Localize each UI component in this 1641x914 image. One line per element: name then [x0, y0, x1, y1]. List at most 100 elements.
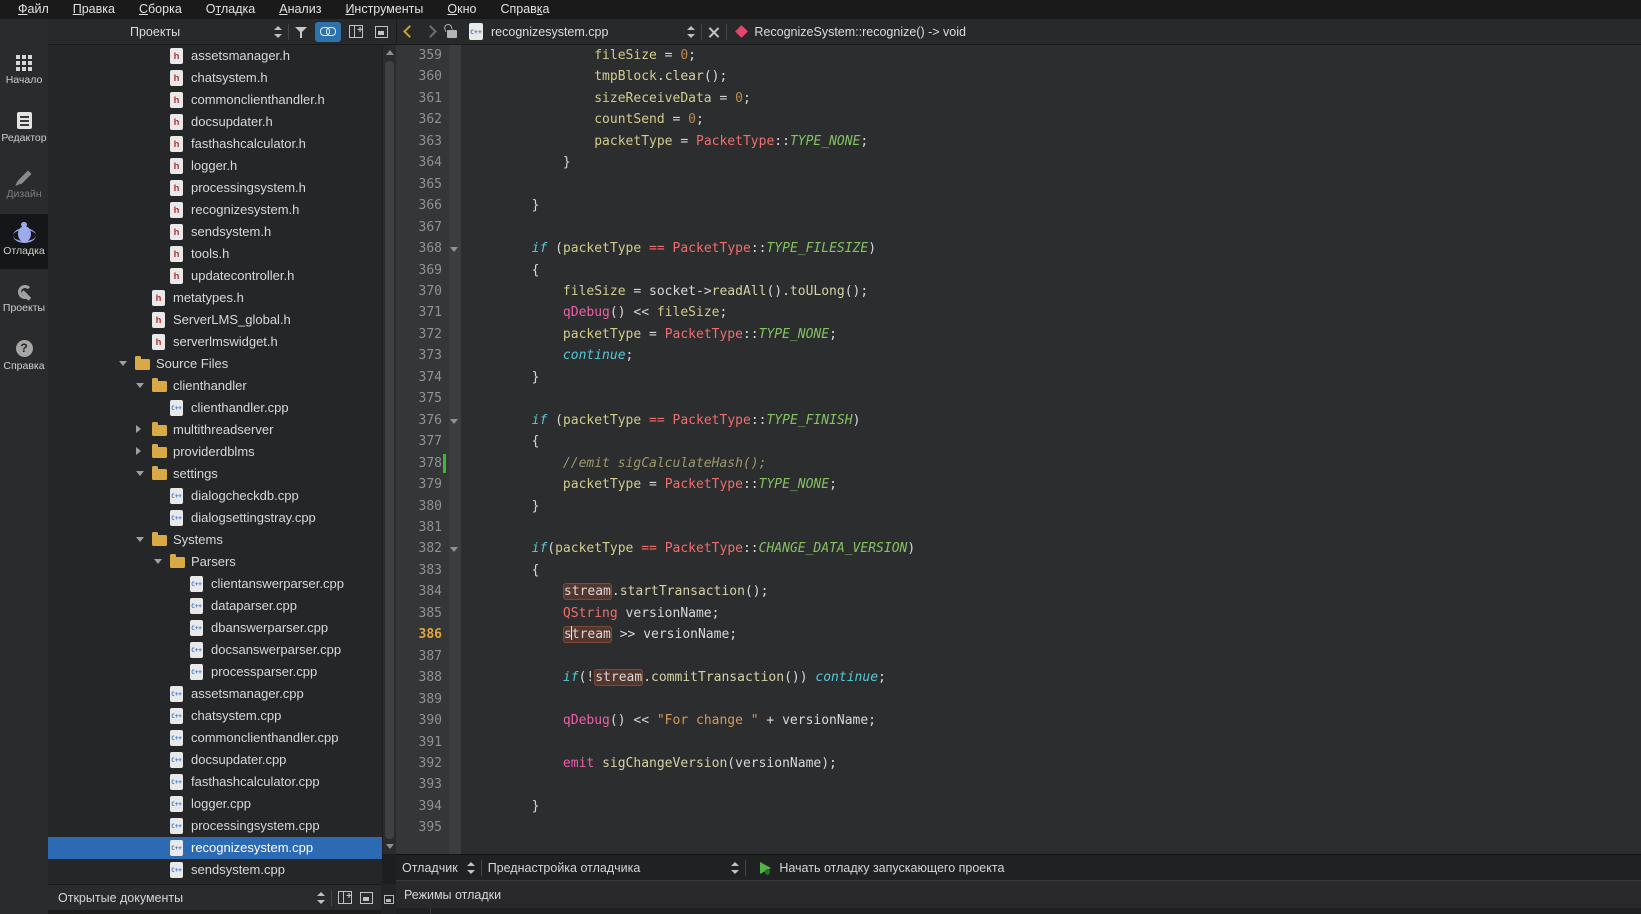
code-line-386[interactable]: 386 stream >> versionName; [396, 624, 1641, 645]
tree-item-systems[interactable]: Systems [48, 529, 382, 551]
file-selector-arrows-icon[interactable] [686, 26, 695, 38]
code-text[interactable]: if (packetType == PacketType::TYPE_FINIS… [461, 410, 1641, 431]
mode-welcome[interactable]: Начало [0, 43, 48, 98]
tree-item-processingsystem-cpp[interactable]: processingsystem.cpp [48, 815, 382, 837]
tree-item-assetsmanager-h[interactable]: assetsmanager.h [48, 45, 382, 67]
code-line-367[interactable]: 367 [396, 217, 1641, 238]
code-text[interactable] [461, 388, 1641, 409]
code-text[interactable]: { [461, 431, 1641, 452]
code-line-370[interactable]: 370 fileSize = socket->readAll().toULong… [396, 281, 1641, 302]
menu-сборка[interactable]: Сборка [127, 1, 194, 18]
chevron-right-icon[interactable] [136, 425, 141, 433]
code-line-378[interactable]: 378 //emit sigCalculateHash(); [396, 453, 1641, 474]
code-line-389[interactable]: 389 [396, 689, 1641, 710]
scrollbar-thumb[interactable] [385, 61, 394, 839]
scroll-up-icon[interactable] [386, 50, 394, 55]
split-docs-pane-icon[interactable] [338, 891, 352, 904]
code-line-376[interactable]: 376 if (packetType == PacketType::TYPE_F… [396, 410, 1641, 431]
menu-файл[interactable]: Файл [6, 1, 61, 18]
code-text[interactable]: { [461, 260, 1641, 281]
tree-item-serverlmswidget-h[interactable]: serverlmswidget.h [48, 331, 382, 353]
code-line-362[interactable]: 362 countSend = 0; [396, 109, 1641, 130]
start-debug-icon[interactable] [760, 862, 771, 874]
code-line-363[interactable]: 363 packetType = PacketType::TYPE_NONE; [396, 131, 1641, 152]
code-line-379[interactable]: 379 packetType = PacketType::TYPE_NONE; [396, 474, 1641, 495]
tree-item-clientanswerparser-cpp[interactable]: clientanswerparser.cpp [48, 573, 382, 595]
code-line-392[interactable]: 392 emit sigChangeVersion(versionName); [396, 753, 1641, 774]
debugger-preset-combo[interactable]: Преднастройка отладчика [488, 861, 641, 875]
code-text[interactable]: continue; [461, 345, 1641, 366]
code-text[interactable] [461, 732, 1641, 753]
docs-pane-window-icon[interactable] [360, 892, 373, 904]
code-text[interactable] [461, 646, 1641, 667]
tree-item-chatsystem-cpp[interactable]: chatsystem.cpp [48, 705, 382, 727]
debugger-combo-arrows-icon[interactable] [466, 862, 475, 874]
chevron-down-icon[interactable] [136, 471, 144, 476]
code-text[interactable] [461, 817, 1641, 838]
unlocked-icon[interactable] [447, 30, 457, 38]
chevron-down-icon[interactable] [154, 559, 162, 564]
code-line-361[interactable]: 361 sizeReceiveData = 0; [396, 88, 1641, 109]
tree-item-recognizesystem-h[interactable]: recognizesystem.h [48, 199, 382, 221]
code-line-368[interactable]: 368 if (packetType == PacketType::TYPE_F… [396, 238, 1641, 259]
code-line-394[interactable]: 394 } [396, 796, 1641, 817]
code-line-365[interactable]: 365 [396, 174, 1641, 195]
chevron-down-icon[interactable] [136, 537, 144, 542]
code-text[interactable]: if (packetType == PacketType::TYPE_FILES… [461, 238, 1641, 259]
code-text[interactable] [461, 217, 1641, 238]
code-line-385[interactable]: 385 QString versionName; [396, 603, 1641, 624]
code-line-383[interactable]: 383 { [396, 560, 1641, 581]
tree-item-commonclienthandler-cpp[interactable]: commonclienthandler.cpp [48, 727, 382, 749]
chevron-right-icon[interactable] [136, 447, 141, 455]
tree-item-sendsystem-cpp[interactable]: sendsystem.cpp [48, 859, 382, 881]
fold-arrow-icon[interactable] [449, 538, 461, 559]
code-text[interactable] [461, 774, 1641, 795]
code-text[interactable]: packetType = PacketType::TYPE_NONE; [461, 324, 1641, 345]
tree-item-logger-h[interactable]: logger.h [48, 155, 382, 177]
symbol-breadcrumb[interactable]: RecognizeSystem::recognize() -> void [754, 25, 966, 39]
code-line-373[interactable]: 373 continue; [396, 345, 1641, 366]
tree-item-commonclienthandler-h[interactable]: commonclienthandler.h [48, 89, 382, 111]
code-line-372[interactable]: 372 packetType = PacketType::TYPE_NONE; [396, 324, 1641, 345]
menu-правка[interactable]: Правка [61, 1, 127, 18]
code-text[interactable]: { [461, 560, 1641, 581]
tree-item-processparser-cpp[interactable]: processparser.cpp [48, 661, 382, 683]
code-line-377[interactable]: 377 { [396, 431, 1641, 452]
code-text[interactable]: qDebug() << fileSize; [461, 302, 1641, 323]
code-text[interactable] [461, 689, 1641, 710]
mode-projects[interactable]: Проекты [0, 271, 48, 326]
code-text[interactable] [461, 174, 1641, 195]
mode-design[interactable]: Дизайн [0, 157, 48, 212]
code-line-388[interactable]: 388 if(!stream.commitTransaction()) cont… [396, 667, 1641, 688]
code-line-382[interactable]: 382 if(packetType == PacketType::CHANGE_… [396, 538, 1641, 559]
code-line-375[interactable]: 375 [396, 388, 1641, 409]
mode-editor[interactable]: Редактор [0, 100, 48, 155]
tree-item-sendsystem-h[interactable]: sendsystem.h [48, 221, 382, 243]
debugger-combo[interactable]: Отладчик [402, 861, 458, 875]
code-line-390[interactable]: 390 qDebug() << "For change " + versionN… [396, 710, 1641, 731]
code-text[interactable]: packetType = PacketType::TYPE_NONE; [461, 474, 1641, 495]
tree-item-dbanswerparser-cpp[interactable]: dbanswerparser.cpp [48, 617, 382, 639]
go-back-icon[interactable] [403, 25, 416, 38]
code-text[interactable]: fileSize = socket->readAll().toULong(); [461, 281, 1641, 302]
tree-item-tools-h[interactable]: tools.h [48, 243, 382, 265]
code-line-369[interactable]: 369 { [396, 260, 1641, 281]
tree-item-docsupdater-h[interactable]: docsupdater.h [48, 111, 382, 133]
code-text[interactable]: QString versionName; [461, 603, 1641, 624]
mini-dock-button[interactable] [381, 884, 396, 914]
code-line-391[interactable]: 391 [396, 732, 1641, 753]
code-line-395[interactable]: 395 [396, 817, 1641, 838]
code-editor[interactable]: 359 fileSize = 0;360 tmpBlock.clear();36… [396, 45, 1641, 854]
tree-item-multithreadserver[interactable]: multithreadserver [48, 419, 382, 441]
tree-item-source-files[interactable]: Source Files [48, 353, 382, 375]
menu-окно[interactable]: Окно [435, 1, 488, 18]
tree-item-metatypes-h[interactable]: metatypes.h [48, 287, 382, 309]
code-line-381[interactable]: 381 [396, 517, 1641, 538]
tree-item-recognizesystem-cpp[interactable]: recognizesystem.cpp [48, 837, 382, 859]
start-debug-label[interactable]: Начать отладку запускающего проекта [779, 861, 1004, 875]
fold-arrow-icon[interactable] [449, 238, 461, 259]
pane-title[interactable]: Проекты [130, 25, 180, 39]
tree-item-parsers[interactable]: Parsers [48, 551, 382, 573]
menu-инструменты[interactable]: Инструменты [333, 1, 435, 18]
code-text[interactable]: sizeReceiveData = 0; [461, 88, 1641, 109]
